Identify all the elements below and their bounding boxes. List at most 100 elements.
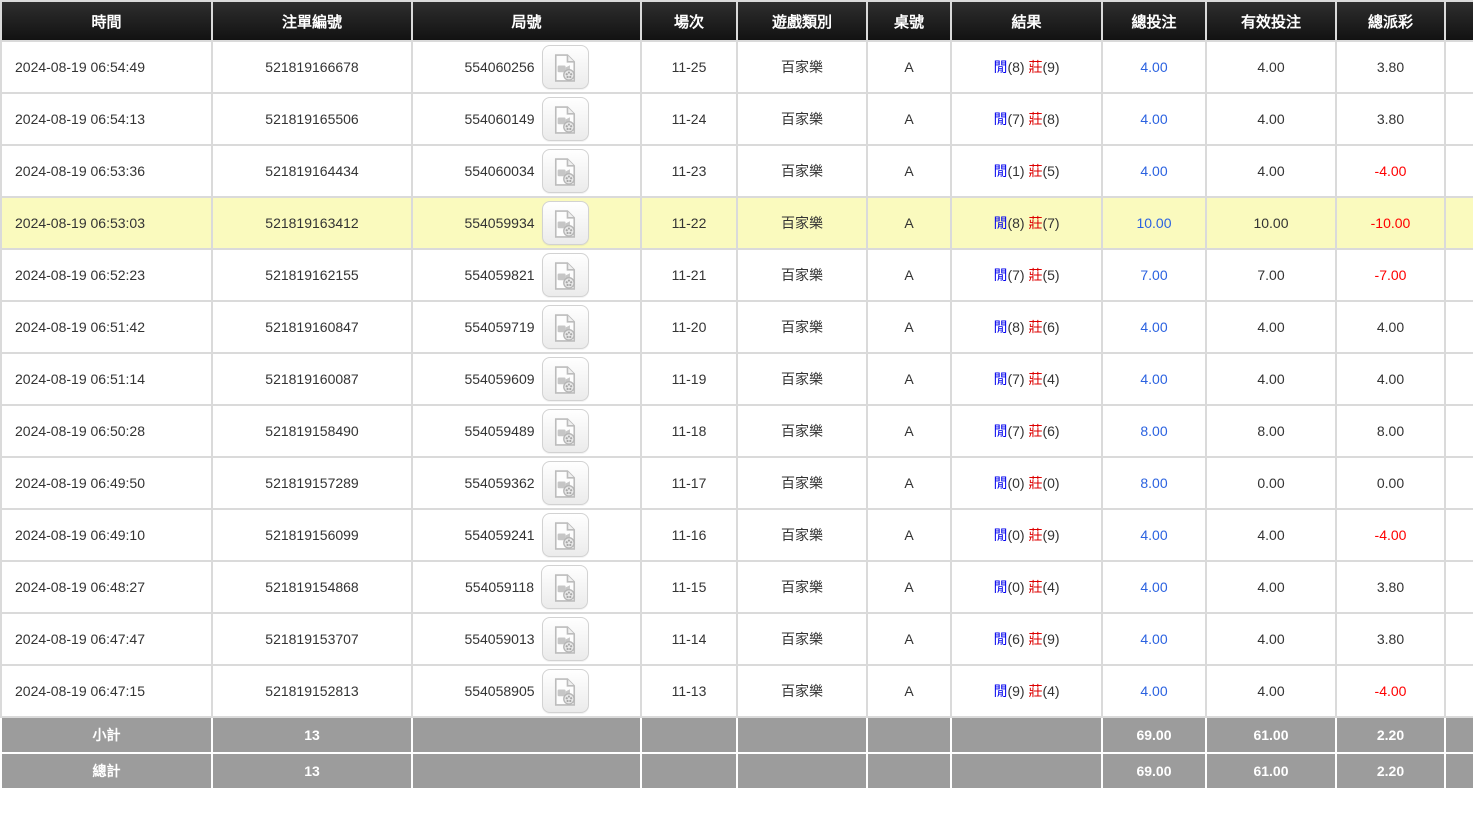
table-row[interactable]: 2024-08-19 06:54:13521819165506554060149… [1, 93, 1473, 145]
cell-extra [1445, 509, 1473, 561]
result-banker-label: 莊 [1028, 163, 1042, 179]
cell-payout: 0.00 [1336, 457, 1445, 509]
table-row[interactable]: 2024-08-19 06:49:10521819156099554059241… [1, 509, 1473, 561]
video-replay-button[interactable] [542, 253, 589, 297]
video-replay-button[interactable] [541, 565, 588, 609]
cell-round-no: 554059362 [412, 457, 641, 509]
footer-empty-result [951, 753, 1102, 789]
cell-valid-bet: 10.00 [1206, 197, 1336, 249]
cell-extra [1445, 561, 1473, 613]
table-row[interactable]: 2024-08-19 06:51:14521819160087554059609… [1, 353, 1473, 405]
total-bet-link[interactable]: 8.00 [1140, 423, 1167, 439]
table-row[interactable]: 2024-08-19 06:47:15521819152813554058905… [1, 665, 1473, 717]
total-bet-link[interactable]: 4.00 [1140, 371, 1167, 387]
cell-payout: 3.80 [1336, 41, 1445, 93]
total-bet-link[interactable]: 8.00 [1140, 475, 1167, 491]
cell-table-no: A [867, 301, 951, 353]
table-row[interactable]: 2024-08-19 06:48:27521819154868554059118… [1, 561, 1473, 613]
column-header-bet_id: 注單編號 [212, 1, 412, 41]
table-row[interactable]: 2024-08-19 06:50:28521819158490554059489… [1, 405, 1473, 457]
cell-total-bet: 4.00 [1102, 301, 1206, 353]
video-replay-button[interactable] [542, 617, 589, 661]
video-replay-button[interactable] [542, 45, 589, 89]
cell-session: 11-20 [641, 301, 737, 353]
result-banker-score: (8) [1042, 111, 1059, 127]
result-player-score: (0) [1007, 527, 1028, 543]
result-player-score: (0) [1007, 475, 1028, 491]
cell-valid-bet: 4.00 [1206, 561, 1336, 613]
cell-total-bet: 8.00 [1102, 457, 1206, 509]
cell-payout: 3.80 [1336, 613, 1445, 665]
footer-empty-game-type [737, 753, 867, 789]
cell-time: 2024-08-19 06:53:03 [1, 197, 212, 249]
total-bet-link[interactable]: 4.00 [1140, 319, 1167, 335]
result-banker-score: (5) [1042, 163, 1059, 179]
footer-payout: 2.20 [1336, 717, 1445, 753]
subtotal-row: 小計1369.0061.002.20 [1, 717, 1473, 753]
cell-bet-id: 521819156099 [212, 509, 412, 561]
cell-time: 2024-08-19 06:49:50 [1, 457, 212, 509]
column-header-extra [1445, 1, 1473, 41]
total-bet-link[interactable]: 4.00 [1140, 683, 1167, 699]
video-replay-button[interactable] [542, 357, 589, 401]
table-row[interactable]: 2024-08-19 06:54:49521819166678554060256… [1, 41, 1473, 93]
round-no-text: 554059719 [464, 319, 534, 335]
cell-bet-id: 521819160087 [212, 353, 412, 405]
total-bet-link[interactable]: 7.00 [1140, 267, 1167, 283]
cell-time: 2024-08-19 06:49:10 [1, 509, 212, 561]
table-row[interactable]: 2024-08-19 06:53:36521819164434554060034… [1, 145, 1473, 197]
cell-bet-id: 521819163412 [212, 197, 412, 249]
result-banker-label: 莊 [1028, 475, 1042, 491]
cell-payout: 8.00 [1336, 405, 1445, 457]
table-row[interactable]: 2024-08-19 06:53:03521819163412554059934… [1, 197, 1473, 249]
cell-extra [1445, 93, 1473, 145]
cell-result: 閒(0) 莊(4) [951, 561, 1102, 613]
cell-total-bet: 4.00 [1102, 93, 1206, 145]
column-header-time: 時間 [1, 1, 212, 41]
cell-session: 11-22 [641, 197, 737, 249]
round-no-text: 554059821 [464, 267, 534, 283]
cell-total-bet: 4.00 [1102, 509, 1206, 561]
column-header-payout: 總派彩 [1336, 1, 1445, 41]
result-banker-label: 莊 [1028, 631, 1042, 647]
cell-time: 2024-08-19 06:53:36 [1, 145, 212, 197]
total-bet-link[interactable]: 10.00 [1136, 215, 1171, 231]
result-player-label: 閒 [993, 527, 1007, 543]
total-bet-link[interactable]: 4.00 [1140, 59, 1167, 75]
total-bet-link[interactable]: 4.00 [1140, 111, 1167, 127]
table-row[interactable]: 2024-08-19 06:49:50521819157289554059362… [1, 457, 1473, 509]
video-record-icon [550, 260, 580, 292]
cell-total-bet: 7.00 [1102, 249, 1206, 301]
table-row[interactable]: 2024-08-19 06:51:42521819160847554059719… [1, 301, 1473, 353]
table-row[interactable]: 2024-08-19 06:52:23521819162155554059821… [1, 249, 1473, 301]
video-replay-button[interactable] [542, 201, 589, 245]
video-record-icon [550, 676, 580, 708]
cell-bet-id: 521819165506 [212, 93, 412, 145]
video-replay-button[interactable] [542, 409, 589, 453]
cell-time: 2024-08-19 06:54:49 [1, 41, 212, 93]
cell-table-no: A [867, 509, 951, 561]
cell-game-type: 百家樂 [737, 405, 867, 457]
total-bet-link[interactable]: 4.00 [1140, 527, 1167, 543]
video-replay-button[interactable] [542, 461, 589, 505]
cell-total-bet: 4.00 [1102, 665, 1206, 717]
result-banker-label: 莊 [1028, 267, 1042, 283]
video-replay-button[interactable] [542, 513, 589, 557]
cell-table-no: A [867, 561, 951, 613]
column-header-game_type: 遊戲類別 [737, 1, 867, 41]
footer-empty-round-no [412, 753, 641, 789]
total-bet-link[interactable]: 4.00 [1140, 163, 1167, 179]
video-replay-button[interactable] [542, 97, 589, 141]
result-banker-score: (9) [1042, 631, 1059, 647]
video-replay-button[interactable] [542, 305, 589, 349]
video-replay-button[interactable] [542, 149, 589, 193]
table-row[interactable]: 2024-08-19 06:47:47521819153707554059013… [1, 613, 1473, 665]
cell-session: 11-23 [641, 145, 737, 197]
total-bet-link[interactable]: 4.00 [1140, 579, 1167, 595]
round-no-text: 554060149 [464, 111, 534, 127]
video-replay-button[interactable] [542, 669, 589, 713]
total-bet-link[interactable]: 4.00 [1140, 631, 1167, 647]
result-banker-label: 莊 [1028, 59, 1042, 75]
cell-payout: -4.00 [1336, 509, 1445, 561]
cell-result: 閒(7) 莊(8) [951, 93, 1102, 145]
